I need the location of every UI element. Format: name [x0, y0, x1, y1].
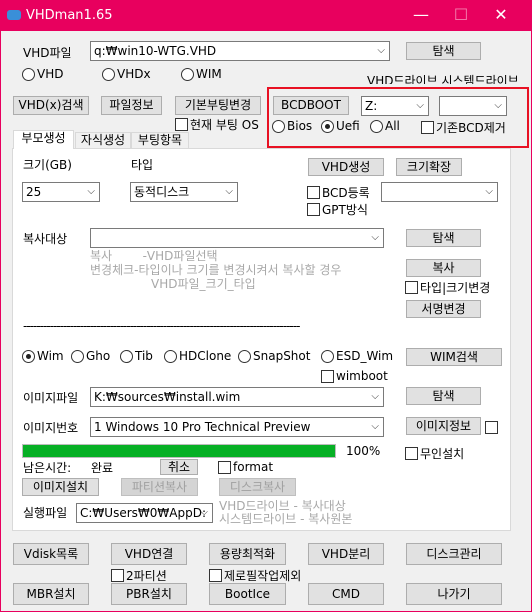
chevron-down-icon: ⌵: [87, 186, 95, 197]
sign-change-button[interactable]: 서명변경: [406, 300, 481, 318]
browse-copy-target-button[interactable]: 탐색: [406, 229, 481, 247]
image-file-combo[interactable]: K:₩sources₩install.wim ⌵: [90, 387, 384, 407]
window-title: VHDman1.65: [26, 8, 113, 23]
radio-gho[interactable]: Gho: [71, 349, 110, 363]
bootice-button[interactable]: BootIce: [209, 583, 286, 605]
remaining-label: 남은시간:: [23, 461, 72, 475]
exec-hint-1: VHD드라이브 - 복사대상: [219, 499, 346, 513]
chevron-down-icon: ⌵: [371, 421, 379, 432]
radio-tib[interactable]: Tib: [120, 349, 153, 363]
progress-bar: [22, 444, 336, 458]
wim-search-button[interactable]: WIM검색: [406, 348, 502, 366]
chevron-down-icon: ⌵: [200, 507, 208, 518]
pbr-install-button[interactable]: PBR설치: [111, 583, 187, 605]
cmd-button[interactable]: CMD: [308, 583, 384, 605]
image-index-label: 이미지번호: [23, 421, 79, 435]
highlight-box: [267, 87, 529, 148]
browse-image-button[interactable]: 탐색: [406, 387, 481, 405]
image-file-label: 이미지파일: [23, 391, 79, 405]
separator: ----------------------------------------…: [23, 319, 300, 333]
bcd-register-checkbox[interactable]: BCD등록: [307, 184, 370, 201]
radio-esd-wim[interactable]: ESD_Wim: [321, 349, 393, 363]
expand-size-button[interactable]: 크기확장: [396, 158, 462, 176]
browse-vhd-button[interactable]: 탐색: [406, 42, 481, 60]
cancel-button[interactable]: 취소: [160, 459, 198, 475]
radio-hdclone[interactable]: HDClone: [164, 349, 231, 363]
vdisk-list-button[interactable]: Vdisk목록: [13, 543, 89, 565]
exec-file-label: 실행파일: [23, 506, 68, 520]
disk-copy-button[interactable]: 디스크복사: [219, 478, 296, 496]
tab-parent-create[interactable]: 부모생성: [13, 130, 74, 149]
close-button[interactable]: ✕: [486, 5, 516, 24]
install-image-button[interactable]: 이미지설치: [22, 478, 99, 496]
exec-file-combo[interactable]: C:₩Users₩0₩AppD: ⌵: [76, 503, 213, 523]
image-info-button[interactable]: 이미지정보: [406, 417, 481, 435]
copy-target-label: 복사대상: [23, 232, 68, 246]
gpt-checkbox[interactable]: GPT방식: [307, 201, 368, 218]
chevron-down-icon: ⌵: [371, 232, 379, 243]
two-partition-checkbox[interactable]: 2파티션: [111, 567, 167, 584]
disk-management-button[interactable]: 디스크관리: [406, 543, 502, 565]
vhd-attach-button[interactable]: VHD연결: [111, 543, 187, 565]
size-label: 크기(GB): [23, 158, 72, 172]
vhd-search-button[interactable]: VHD(x)검색: [13, 96, 89, 115]
progress-fill: [23, 445, 335, 457]
wimboot-checkbox[interactable]: wimboot: [321, 369, 388, 383]
progress-text: 100%: [346, 444, 381, 458]
type-combo[interactable]: 동적디스크 ⌵: [130, 182, 238, 202]
skip-zero-fill-checkbox[interactable]: 제로필작업제외: [209, 567, 301, 584]
exit-button[interactable]: 나가기: [406, 583, 502, 605]
tab-child-create[interactable]: 자식생성: [75, 132, 131, 149]
copy-target-combo[interactable]: ⌵: [90, 228, 384, 248]
size-combo[interactable]: 25 ⌵: [22, 182, 100, 202]
partition-copy-button[interactable]: 파티션복사: [121, 478, 198, 496]
maximize-button[interactable]: ☐: [446, 5, 476, 24]
remaining-value: 완료: [91, 461, 114, 475]
image-index-combo[interactable]: 1 Windows 10 Pro Technical Preview ⌵: [90, 417, 384, 437]
bcd-combo[interactable]: ⌵: [381, 182, 498, 202]
combo-value: q:₩win10-WTG.VHD: [94, 44, 217, 58]
vhd-file-combo[interactable]: q:₩win10-WTG.VHD ⌵: [90, 41, 390, 61]
format-checkbox[interactable]: format: [218, 460, 273, 474]
radio-wim-format[interactable]: Wim: [22, 349, 64, 363]
vhd-file-label: VHD파일: [23, 46, 72, 60]
drive-labels: VHD드라이브 시스템드라이브: [367, 74, 519, 84]
exec-hint-2: 시스템드라이브 - 복사원본: [219, 512, 353, 526]
type-size-change-checkbox[interactable]: 타입|크기변경: [405, 279, 490, 296]
file-info-button[interactable]: 파일정보: [101, 96, 162, 115]
chevron-down-icon: ⌵: [225, 186, 233, 197]
image-info-checkbox[interactable]: [485, 421, 498, 434]
minimize-button[interactable]: —: [406, 5, 436, 24]
chevron-down-icon: ⌵: [371, 391, 379, 402]
radio-wim[interactable]: WIM: [181, 67, 222, 81]
copy-button[interactable]: 복사: [406, 259, 481, 277]
chevron-down-icon: ⌵: [377, 45, 385, 56]
app-icon: [7, 10, 21, 20]
radio-vhd[interactable]: VHD: [22, 67, 63, 81]
vhd-detach-button[interactable]: VHD분리: [308, 543, 384, 565]
unattended-checkbox[interactable]: 무인설치: [405, 445, 464, 462]
tab-boot-entries[interactable]: 부팅항목: [131, 132, 189, 149]
title-bar: VHDman1.65 — ☐ ✕: [1, 1, 532, 31]
optimize-button[interactable]: 용량최적화: [209, 543, 286, 565]
default-boot-button[interactable]: 기본부팅변경: [175, 96, 261, 115]
chevron-down-icon: ⌵: [485, 186, 493, 197]
mbr-install-button[interactable]: MBR설치: [13, 583, 89, 605]
radio-vhdx[interactable]: VHDx: [102, 67, 151, 81]
current-boot-os-checkbox[interactable]: 현재 부팅 OS: [175, 116, 259, 133]
vhd-create-button[interactable]: VHD생성: [308, 158, 384, 176]
radio-snapshot[interactable]: SnapShot: [238, 349, 310, 363]
copy-hint-3: VHD파일_크기_타입: [151, 277, 256, 291]
type-label: 타입: [131, 158, 154, 172]
main-window: VHDman1.65 — ☐ ✕ VHD파일 q:₩win10-WTG.VHD ⌵…: [0, 0, 532, 612]
